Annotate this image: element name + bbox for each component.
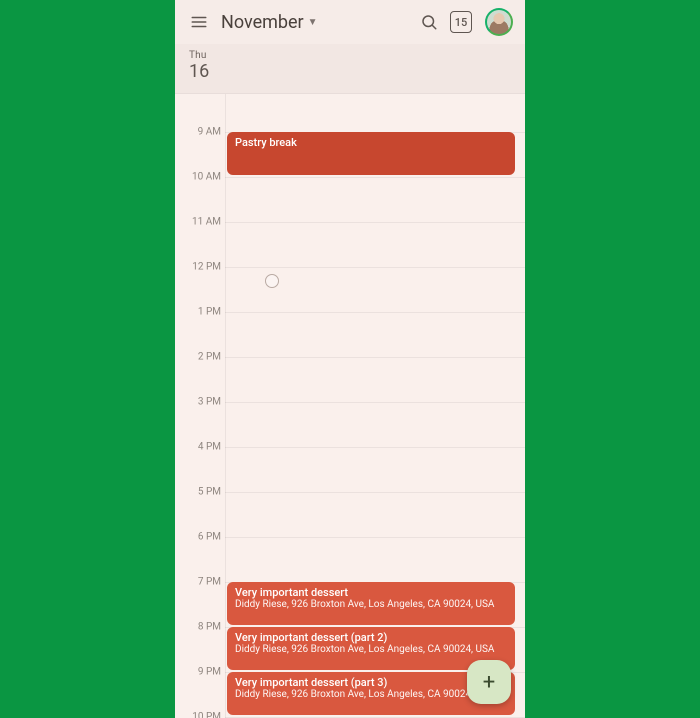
hour-line <box>225 222 525 223</box>
hour-label: 10 PM <box>192 712 221 718</box>
hour-line <box>225 312 525 313</box>
event-title: Pastry break <box>235 136 507 149</box>
create-event-fab[interactable]: + <box>467 660 511 704</box>
hour-label: 12 PM <box>192 262 221 273</box>
hour-label: 6 PM <box>198 532 221 543</box>
hour-label: 4 PM <box>198 442 221 453</box>
day-number: 16 <box>189 61 515 82</box>
hour-line <box>225 267 525 268</box>
hour-gutter: 9 AM 10 AM 11 AM 12 PM 1 PM 2 PM 3 PM 4 PM 5 PM 6… <box>175 94 225 718</box>
calendar-today-icon: 15 <box>450 11 472 33</box>
event-title: Very important dessert (part 2) <box>235 631 507 644</box>
hour-line <box>225 177 525 178</box>
hour-label: 8 PM <box>198 622 221 633</box>
calendar-event[interactable]: Very important dessertDiddy Riese, 926 B… <box>227 582 515 625</box>
hour-line <box>225 402 525 403</box>
hour-line <box>225 357 525 358</box>
day-header: Thu 16 <box>175 44 525 94</box>
hour-label: 10 AM <box>192 172 221 183</box>
calendar-event[interactable]: Pastry break <box>227 132 515 175</box>
today-button[interactable]: 15 <box>445 6 477 38</box>
calendar-app: November ▼ 15 Thu 16 9 AM10 AM11 AM12 <box>175 0 525 718</box>
hour-label: 11 AM <box>192 217 221 228</box>
day-of-week-label: Thu <box>189 50 515 61</box>
hour-label: 1 PM <box>198 307 221 318</box>
hour-label: 5 PM <box>198 487 221 498</box>
top-bar: November ▼ 15 <box>175 0 525 44</box>
hour-line <box>225 492 525 493</box>
hour-line <box>225 447 525 448</box>
event-location: Diddy Riese, 926 Broxton Ave, Los Angele… <box>235 644 507 656</box>
hour-line <box>225 537 525 538</box>
hour-label: 3 PM <box>198 397 221 408</box>
touch-ripple <box>265 274 279 288</box>
event-location: Diddy Riese, 926 Broxton Ave, Los Angele… <box>235 599 507 611</box>
event-title: Very important dessert <box>235 586 507 599</box>
menu-icon[interactable] <box>183 6 215 38</box>
hour-label: 9 PM <box>198 667 221 678</box>
search-icon[interactable] <box>413 6 445 38</box>
hour-label: 7 PM <box>198 577 221 588</box>
calendar-grid-scroll[interactable]: 9 AM 10 AM 11 AM 12 PM 1 PM 2 PM 3 PM 4 PM 5 PM 6… <box>175 94 525 718</box>
avatar[interactable] <box>485 8 513 36</box>
hour-label: 9 AM <box>198 127 221 138</box>
hour-label: 2 PM <box>198 352 221 363</box>
plus-icon: + <box>483 670 495 695</box>
month-selector[interactable]: November ▼ <box>215 12 324 33</box>
chevron-down-icon: ▼ <box>308 17 318 28</box>
month-label: November <box>221 12 304 33</box>
